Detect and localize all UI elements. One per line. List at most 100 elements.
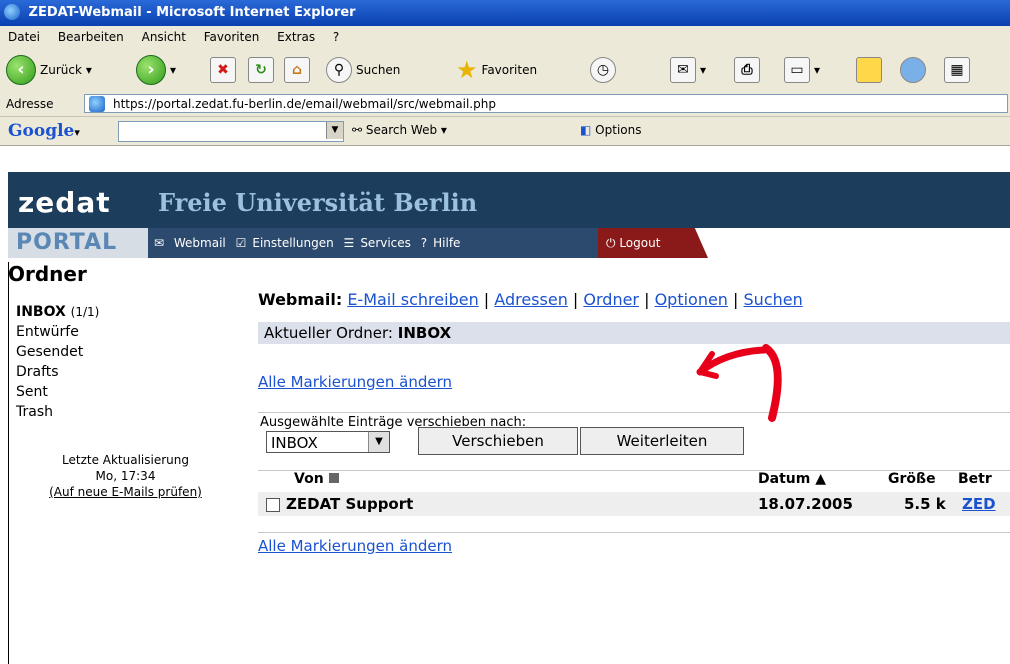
nav-hilfe[interactable]: Hilfe (433, 236, 460, 250)
last-update: Letzte Aktualisierung Mo, 17:34 (Auf neu… (8, 452, 243, 500)
history-button[interactable]: ◷ (590, 54, 616, 86)
link-compose[interactable]: E-Mail schreiben (347, 290, 478, 309)
binoculars-icon: ⚯ (352, 123, 363, 137)
folder-entwuerfe[interactable]: Entwürfe (16, 322, 243, 342)
notes-button[interactable] (856, 54, 882, 86)
favorites-label: Favoriten (481, 63, 538, 77)
link-options[interactable]: Optionen (655, 290, 728, 309)
col-date[interactable]: Datum ▲ (758, 471, 826, 487)
row-subject-link[interactable]: ZED (962, 492, 996, 516)
webmail-nav: Webmail: E-Mail schreiben | Adressen | O… (258, 290, 803, 309)
messenger-button[interactable] (900, 54, 926, 86)
menu-datei[interactable]: Datei (8, 26, 40, 48)
menu-help[interactable]: ? (333, 26, 339, 48)
site-header: zedat Freie Universität Berlin (8, 172, 1010, 228)
site-nav: PORTAL ✉ Webmail ☑ Einstellungen ☰ Service… (8, 228, 1010, 258)
nav-webmail[interactable]: Webmail (174, 236, 226, 250)
change-all-top-wrapper: Alle Markierungen ändern (258, 372, 452, 391)
folder-gesendet[interactable]: Gesendet (16, 342, 243, 362)
edit-button[interactable]: ▭ ▾ (784, 54, 820, 86)
change-all-link-top[interactable]: Alle Markierungen ändern (258, 373, 452, 391)
move-row: Ausgewählte Einträge verschieben nach: I… (258, 412, 1010, 455)
table-row[interactable]: ZEDAT Support 18.07.2005 5.5 k ZED (258, 492, 1010, 516)
site-nav-links: ✉ Webmail ☑ Einstellungen ☰ Services ? Hilf… (148, 228, 600, 258)
search-icon: ⚲ (326, 57, 352, 83)
window-title: ZEDAT-Webmail - Microsoft Internet Explo… (28, 5, 356, 20)
col-subject[interactable]: Betr (958, 471, 992, 487)
messenger-icon (900, 57, 926, 83)
last-update-time: Mo, 17:34 (95, 469, 156, 483)
menu-bar: Datei Bearbeiten Ansicht Favoriten Extra… (0, 26, 1010, 49)
link-folders[interactable]: Ordner (583, 290, 639, 309)
home-button[interactable]: ⌂ (284, 54, 310, 86)
nav-einstellungen[interactable]: Einstellungen (252, 236, 333, 250)
move-folder-select[interactable]: INBOX ▼ (266, 431, 390, 453)
research-icon: ▦ (944, 57, 970, 83)
row-from-cell: ZEDAT Support (266, 492, 413, 516)
check-icon: ☑ (235, 236, 247, 250)
row-date: 18.07.2005 (758, 495, 853, 513)
current-folder-bar: Aktueller Ordner: INBOX (258, 322, 1010, 344)
forward-button[interactable]: › ▾ (136, 54, 176, 86)
menu-bearbeiten[interactable]: Bearbeiten (58, 26, 124, 48)
stop-button[interactable]: ✖ (210, 54, 236, 86)
chevron-down-icon: ▾ (74, 126, 80, 139)
research-button[interactable]: ▦ (944, 54, 970, 86)
back-button[interactable]: ‹ Zurück ▾ (6, 54, 92, 86)
university-name: Freie Universität Berlin (158, 188, 478, 217)
mail-button[interactable]: ✉ ▾ (670, 54, 706, 86)
sort-up-icon: ▲ (815, 471, 826, 487)
google-search-input[interactable]: ▼ (118, 121, 344, 142)
page-icon (89, 96, 105, 112)
menu-favoriten[interactable]: Favoriten (204, 26, 260, 48)
menu-extras[interactable]: Extras (277, 26, 315, 48)
chevron-down-icon: ▾ (700, 63, 707, 77)
link-search[interactable]: Suchen (744, 290, 803, 309)
portal-label: PORTAL (8, 228, 148, 258)
history-icon: ◷ (590, 57, 616, 83)
refresh-button[interactable]: ↻ (248, 54, 274, 86)
browser-toolbar: ‹ Zurück ▾ › ▾ ✖ ↻ ⌂ ⚲ Suchen ★ Favoriten … (0, 48, 1010, 93)
left-border (8, 262, 9, 664)
nav-services[interactable]: Services (360, 236, 411, 250)
chevron-down-icon: ▾ (85, 63, 92, 77)
favorites-button[interactable]: ★ Favoriten (456, 54, 537, 86)
google-options-button[interactable]: ◧ Options (580, 123, 641, 137)
sort-box-icon (328, 473, 339, 483)
link-addresses[interactable]: Adressen (494, 290, 568, 309)
power-icon: ⏻ (606, 236, 616, 250)
services-icon: ☰ (343, 236, 355, 250)
folder-sent[interactable]: Sent (16, 382, 243, 402)
folder-inbox[interactable]: INBOX (1/1) (16, 302, 243, 322)
folder-title: Ordner (8, 262, 87, 286)
site-brand: zedat (18, 186, 111, 219)
print-button[interactable]: ⎙ (734, 54, 760, 86)
search-button[interactable]: ⚲ Suchen (326, 54, 400, 86)
address-bar: Adresse https://portal.zedat.fu-berlin.d… (0, 92, 1010, 117)
folder-panel: Ordner INBOX (1/1) Entwürfe Gesendet Dra… (8, 262, 243, 642)
folder-trash[interactable]: Trash (16, 402, 243, 422)
change-all-bottom-wrapper: Alle Markierungen ändern (258, 532, 1010, 555)
google-logo[interactable]: Google▾ (8, 121, 80, 141)
chevron-down-icon[interactable]: ▼ (326, 122, 343, 139)
address-input[interactable]: https://portal.zedat.fu-berlin.de/email/… (84, 94, 1008, 113)
folder-drafts[interactable]: Drafts (16, 362, 243, 382)
move-button[interactable]: Verschieben (418, 427, 578, 455)
ie-logo-icon (4, 3, 20, 20)
back-arrow-icon: ‹ (6, 55, 36, 85)
google-toolbar: Google▾ ▼ ⚯ Search Web ▾ ◧ Options (0, 117, 1010, 146)
check-mail-link[interactable]: (Auf neue E-Mails prüfen) (49, 485, 202, 499)
address-url: https://portal.zedat.fu-berlin.de/email/… (113, 97, 496, 111)
row-checkbox[interactable] (266, 497, 280, 512)
window-titlebar: ZEDAT-Webmail - Microsoft Internet Explo… (0, 0, 1010, 26)
logout-button[interactable]: ⏻ Logout (598, 228, 708, 258)
col-from[interactable]: Von (294, 471, 339, 487)
last-update-label: Letzte Aktualisierung (62, 453, 189, 467)
col-size[interactable]: Größe (888, 471, 936, 487)
menu-ansicht[interactable]: Ansicht (142, 26, 186, 48)
change-all-link-bottom[interactable]: Alle Markierungen ändern (258, 537, 452, 555)
notes-icon (856, 57, 882, 83)
stop-icon: ✖ (210, 57, 236, 83)
google-search-web-button[interactable]: ⚯ Search Web ▾ (352, 123, 447, 137)
chevron-down-icon: ▾ (814, 63, 821, 77)
